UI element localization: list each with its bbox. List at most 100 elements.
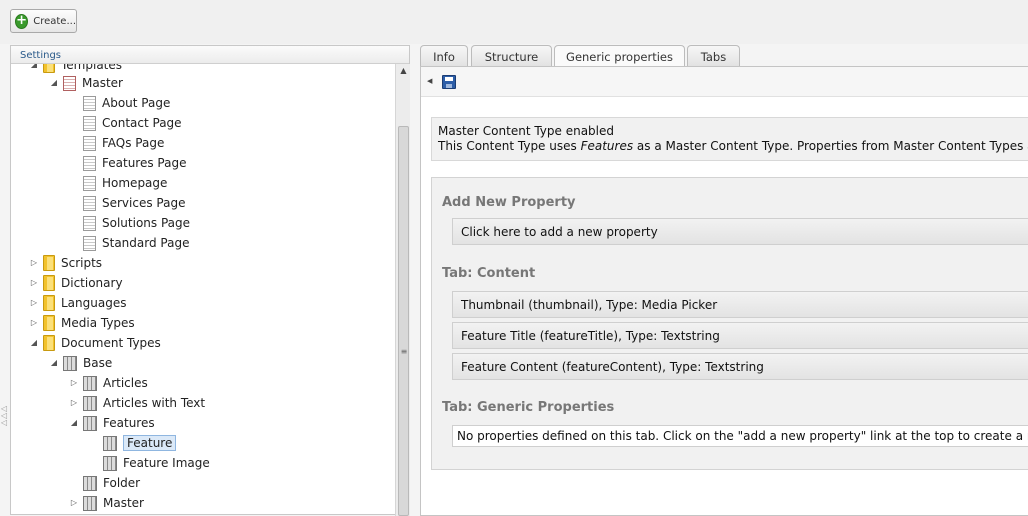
tree-node[interactable]: FAQs Page [69,133,164,153]
tree-node-label: Base [83,356,113,370]
tree-node[interactable]: ▷ Master [69,493,144,513]
property-row-thumbnail[interactable]: Thumbnail (thumbnail), Type: Media Picke… [452,291,1028,318]
content-toolbar: ◀ [421,67,1028,97]
tab-info[interactable]: Info [420,45,468,66]
tree-node[interactable]: ▷ Dictionary [29,273,123,293]
document-type-icon [63,355,77,371]
tree-node-label: Homepage [102,176,168,190]
tree-node-label: Master [103,496,144,510]
tree-node-label: Languages [61,296,127,310]
tree-node[interactable]: ▷ Media Types [29,313,135,333]
master-notice-text-before: This Content Type uses [438,139,581,153]
create-button-label: Create... [33,15,76,27]
tree-node[interactable]: ◢ Features [69,413,155,433]
tree-node[interactable]: ◢ Base [49,353,112,373]
master-notice-text: This Content Type uses Features as a Mas… [438,139,1028,153]
scroll-thumb[interactable]: ≡ [398,126,409,516]
collapsed-arrow-icon[interactable]: ▷ [29,298,39,308]
document-type-icon [103,455,117,471]
collapse-arrow-icon[interactable]: ◀ [427,77,432,85]
tree-node-label: Contact Page [102,116,182,130]
collapsed-arrow-icon[interactable]: ▷ [29,278,39,288]
tree-node-label: Scripts [61,256,103,270]
tree-node[interactable]: Feature [89,433,177,453]
expanded-arrow-icon[interactable]: ◢ [49,358,59,368]
panel-splitter-handle[interactable]: ◁ ◁ ◁ [1,405,7,427]
top-toolbar: + Create... [0,0,1028,44]
tab-structure[interactable]: Structure [471,45,552,66]
tree-node[interactable]: ◢ Master [49,73,123,93]
tree-node-label: Feature Image [123,456,210,470]
tree-node[interactable]: ▷ Scripts [29,253,102,273]
properties-box: Add New Property Click here to add a new… [431,177,1028,470]
collapsed-arrow-icon[interactable]: ▷ [69,378,79,388]
folder-icon [43,335,55,351]
collapsed-arrow-icon[interactable]: ▷ [29,318,39,328]
tree-node-label: Articles [103,376,148,390]
tree-node[interactable]: Feature Image [89,453,210,473]
save-icon[interactable] [442,75,456,89]
expanded-arrow-icon[interactable]: ◢ [69,418,79,428]
tree-node[interactable]: About Page [69,93,170,113]
template-icon [83,235,96,251]
settings-panel-header: Settings [11,46,409,64]
collapsed-arrow-icon[interactable]: ▷ [29,258,39,268]
document-type-icon [83,375,97,391]
property-row-feature-title[interactable]: Feature Title (featureTitle), Type: Text… [452,322,1028,349]
tree-node[interactable]: ▷ Articles [69,373,148,393]
tree-node[interactable]: Features Page [69,153,186,173]
expanded-arrow-icon[interactable]: ◢ [29,338,39,348]
template-icon [83,175,96,191]
folder-icon [43,295,55,311]
tree-node-label: Document Types [61,336,161,350]
tab-content-title: Tab: Content [442,266,536,281]
folder-icon [43,275,55,291]
add-property-title: Add New Property [442,195,576,210]
document-type-icon [83,475,97,491]
master-template-icon [63,75,76,91]
folder-icon [43,315,55,331]
tree-node-label: Articles with Text [103,396,206,410]
tree-scrollbar[interactable]: ▲ ≡ [395,64,410,516]
create-button[interactable]: + Create... [10,9,77,33]
tab-tabs[interactable]: Tabs [687,45,740,66]
expanded-arrow-icon[interactable]: ◢ [29,64,39,70]
add-icon: + [15,12,29,29]
property-row-feature-content[interactable]: Feature Content (featureContent), Type: … [452,353,1028,380]
grip-icon: ≡ [400,347,408,356]
tree-node-label: Solutions Page [102,216,191,230]
tree-node[interactable]: Services Page [69,193,185,213]
scroll-up-arrow-icon[interactable]: ▲ [396,64,411,78]
document-type-icon [103,435,117,451]
tree-node-label: Folder [103,476,141,490]
tree-node[interactable]: ◢ Document Types [29,333,161,353]
collapsed-arrow-icon[interactable]: ▷ [69,498,79,508]
tree-node[interactable]: Solutions Page [69,213,190,233]
collapsed-arrow-icon[interactable]: ▷ [69,398,79,408]
expanded-arrow-icon[interactable]: ◢ [49,78,59,88]
tree-node[interactable]: Standard Page [69,233,189,253]
tree-node[interactable]: ▷ Articles with Text [69,393,205,413]
tree-node[interactable]: Folder [69,473,140,493]
tree-node[interactable]: ▷ Languages [29,293,126,313]
tab-generic-properties[interactable]: Generic properties [554,45,685,67]
document-type-icon [83,415,97,431]
template-icon [83,135,96,151]
tree-node[interactable]: Contact Page [69,113,182,133]
tree-node-label: Templates [61,64,123,72]
master-content-type-notice: Master Content Type enabled This Content… [431,117,1028,161]
tree-node[interactable]: Homepage [69,173,167,193]
add-new-property-link[interactable]: Click here to add a new property [452,218,1028,245]
tree-node-label: Features Page [102,156,187,170]
tree-node-label: Standard Page [102,236,190,250]
folder-icon [43,64,55,73]
folder-icon [43,255,55,271]
